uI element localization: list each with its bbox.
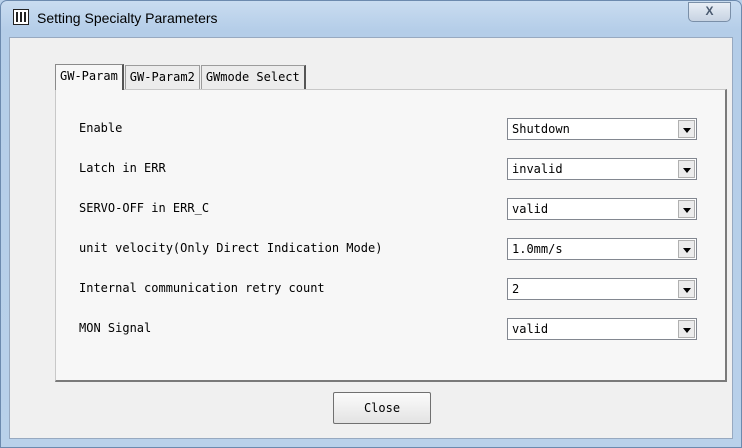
dropdown-value: valid [512,322,549,336]
param-label: unit velocity(Only Direct Indication Mod… [79,241,383,255]
param-row-servo-off: SERVO-OFF in ERR_C valid [56,198,726,220]
tab-gw-param2[interactable]: GW-Param2 [124,65,200,89]
latch-in-err-dropdown[interactable]: invalid [507,158,697,180]
param-label: MON Signal [79,321,152,335]
chevron-down-icon[interactable] [678,200,695,218]
mon-signal-dropdown[interactable]: valid [507,318,697,340]
app-icon [13,9,29,25]
param-label: Latch in ERR [79,161,166,175]
retry-count-dropdown[interactable]: 2 [507,278,697,300]
unit-velocity-dropdown[interactable]: 1.0mm/s [507,238,697,260]
dialog-window: Setting Specialty Parameters X GW-Param … [0,0,742,448]
dropdown-value: 1.0mm/s [512,242,563,256]
param-row-latch-in-err: Latch in ERR invalid [56,158,726,180]
chevron-down-icon[interactable] [678,320,695,338]
dropdown-value: invalid [512,162,563,176]
param-row-enable: Enable Shutdown [56,118,726,140]
param-row-unit-velocity: unit velocity(Only Direct Indication Mod… [56,238,726,260]
window-title: Setting Specialty Parameters [37,10,218,26]
title-bar[interactable]: Setting Specialty Parameters X [1,1,741,37]
close-button[interactable]: Close [333,392,431,424]
param-label: Enable [79,121,123,135]
chevron-down-icon[interactable] [678,280,695,298]
chevron-down-icon[interactable] [678,120,695,138]
param-row-mon-signal: MON Signal valid [56,318,726,340]
dropdown-value: valid [512,202,549,216]
chevron-down-icon[interactable] [678,240,695,258]
chevron-down-icon[interactable] [678,160,695,178]
dialog-client-area: GW-Param GW-Param2 GWmode Select Enable … [9,37,733,439]
tab-panel-gw-param: Enable Shutdown Latch in ERR invalid SER… [55,89,727,382]
enable-dropdown[interactable]: Shutdown [507,118,697,140]
tab-gw-param[interactable]: GW-Param [55,64,124,90]
param-label: Internal communication retry count [79,281,325,295]
servo-off-dropdown[interactable]: valid [507,198,697,220]
param-row-retry-count: Internal communication retry count 2 [56,278,726,300]
tab-strip: GW-Param GW-Param2 GWmode Select [55,63,307,90]
window-close-icon[interactable]: X [688,2,731,22]
param-label: SERVO-OFF in ERR_C [79,201,210,215]
tab-gwmode-select[interactable]: GWmode Select [200,65,306,89]
dropdown-value: 2 [512,282,520,296]
dropdown-value: Shutdown [512,122,570,136]
